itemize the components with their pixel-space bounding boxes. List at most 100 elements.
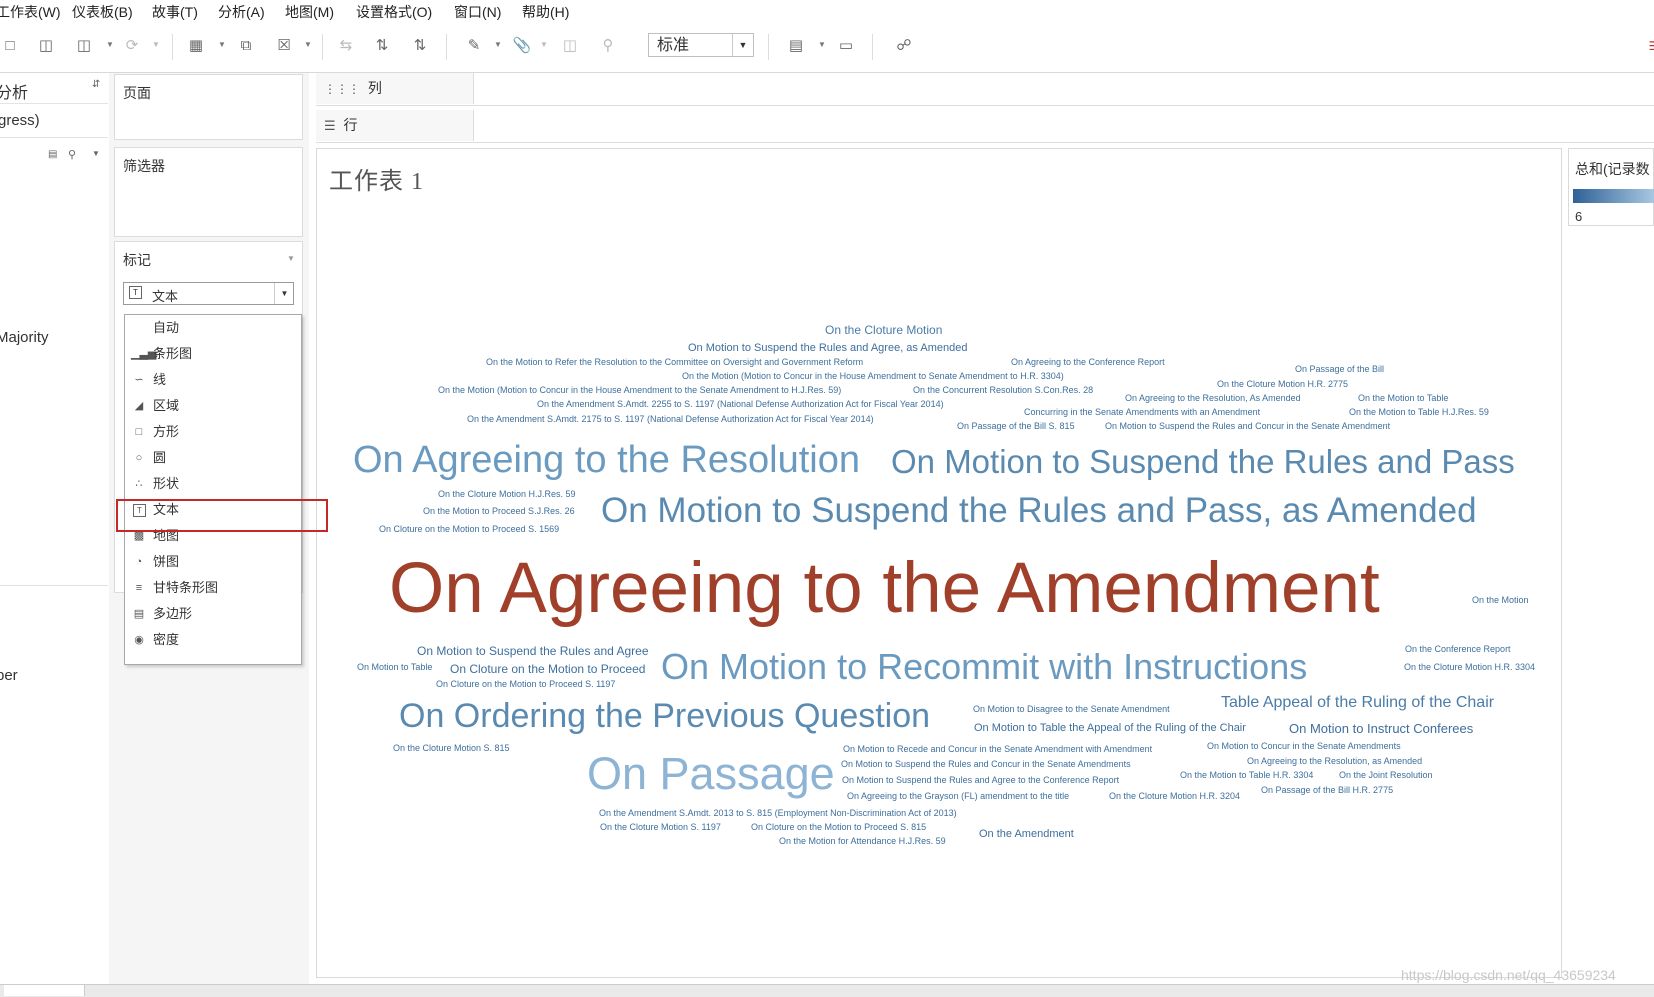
dropdown-item-bar[interactable]: ▁▃▅ 条形图 xyxy=(125,341,301,367)
word-mark[interactable]: On Ordering the Previous Question xyxy=(399,699,930,733)
dropdown-item-circle[interactable]: ○ 圆 xyxy=(125,445,301,471)
word-mark[interactable]: On the Motion for Attendance H.J.Res. 59 xyxy=(779,837,946,846)
word-mark[interactable]: On Cloture on the Motion to Proceed xyxy=(450,663,645,675)
menu-map[interactable]: 地图(M) xyxy=(285,2,334,22)
chevron-down-icon[interactable]: ▼ xyxy=(732,34,753,56)
word-mark[interactable]: On Agreeing to the Grayson (FL) amendmen… xyxy=(847,792,1069,801)
dropdown-item-line[interactable]: ∽ 线 xyxy=(125,367,301,393)
word-mark[interactable]: On the Motion to Proceed S.J.Res. 26 xyxy=(423,507,575,516)
word-mark[interactable]: On Motion to Suspend the Rules and Agree… xyxy=(688,343,967,354)
chevron-down-icon[interactable]: ▼ xyxy=(274,283,294,304)
menu-help[interactable]: 帮助(H) xyxy=(522,2,569,22)
word-mark[interactable]: On Motion to Suspend the Rules and Concu… xyxy=(841,760,1131,769)
word-mark[interactable]: On Agreeing to the Resolution, as Amende… xyxy=(1247,757,1422,766)
duplicate-sheet-icon[interactable]: ⧉ xyxy=(236,36,256,56)
word-mark[interactable]: Concurring in the Senate Amendments with… xyxy=(1024,408,1260,417)
fit-select[interactable]: 标准 ▼ xyxy=(648,33,754,57)
expand-icon[interactable]: ⇵ xyxy=(92,79,100,90)
word-mark[interactable]: On Agreeing to the Resolution xyxy=(353,441,860,479)
word-mark[interactable]: On the Amendment xyxy=(979,829,1074,840)
color-legend[interactable]: 总和(记录数 6 xyxy=(1568,148,1654,226)
word-mark[interactable]: On Motion to Table the Appeal of the Rul… xyxy=(974,723,1246,734)
menu-story[interactable]: 故事(T) xyxy=(152,2,198,22)
rows-shelf[interactable]: ☰ 行 xyxy=(316,110,1654,143)
word-mark[interactable]: On the Cloture Motion H.R. 3204 xyxy=(1109,792,1240,801)
word-mark[interactable]: On Motion to Recede and Concur in the Se… xyxy=(843,745,1152,754)
word-mark[interactable]: On Passage of the Bill H.R. 2775 xyxy=(1261,786,1393,795)
word-mark[interactable]: On Passage of the Bill S. 815 xyxy=(957,422,1075,431)
label-icon[interactable]: ◫ xyxy=(560,36,580,56)
show-me-icon[interactable]: ▤ xyxy=(786,36,806,56)
search-icon[interactable]: ⚲ xyxy=(68,148,76,161)
word-mark[interactable]: On Motion to Suspend the Rules and Pass xyxy=(891,445,1515,478)
dropdown-item-pie[interactable]: ◔ 饼图 xyxy=(125,549,301,575)
view-list-icon[interactable]: ▤ xyxy=(48,149,57,160)
menu-window[interactable]: 窗口(N) xyxy=(454,2,501,22)
chevron-down-icon[interactable]: ▼ xyxy=(287,254,295,263)
word-mark[interactable]: On the Cloture Motion S. 1197 xyxy=(600,823,721,832)
highlight-icon[interactable]: ✎ xyxy=(464,36,484,56)
pin-icon[interactable]: ⚲ xyxy=(598,36,618,56)
word-mark[interactable]: On Motion to Table xyxy=(357,663,432,672)
logo-icon[interactable]: ☰ xyxy=(1644,36,1654,56)
menu-worksheet[interactable]: 工作表(W) xyxy=(0,2,61,22)
new-worksheet-icon[interactable]: ▦ xyxy=(186,36,206,56)
menu-dashboard[interactable]: 仪表板(B) xyxy=(72,2,133,22)
word-mark[interactable]: On the Conference Report xyxy=(1405,645,1511,654)
sort-descending-icon[interactable]: ⇅ xyxy=(410,36,430,56)
word-mark[interactable]: On Motion to Concur in the Senate Amendm… xyxy=(1207,742,1401,751)
word-mark[interactable]: On the Motion to Table xyxy=(1358,394,1448,403)
word-mark[interactable]: On the Motion (Motion to Concur in the H… xyxy=(438,386,841,395)
word-mark[interactable]: On Passage xyxy=(587,751,835,796)
sheet-tab-bar[interactable] xyxy=(0,984,1654,997)
word-mark[interactable]: On Cloture on the Motion to Proceed S. 8… xyxy=(751,823,926,832)
chevron-down-icon[interactable]: ▼ xyxy=(152,40,160,49)
pause-datasource-icon[interactable]: ◫ xyxy=(74,36,94,56)
menu-analysis[interactable]: 分析(A) xyxy=(218,2,265,22)
dropdown-item-auto[interactable]: 自动 xyxy=(125,315,301,341)
word-mark[interactable]: On the Joint Resolution xyxy=(1339,771,1433,780)
data-pane-title[interactable]: 分析 xyxy=(0,79,28,103)
word-mark[interactable]: On Motion to Suspend the Rules and Pass,… xyxy=(601,493,1477,528)
sort-ascending-icon[interactable]: ⇅ xyxy=(372,36,392,56)
mark-type-select[interactable]: T 文本 ▼ xyxy=(123,282,294,305)
menu-format[interactable]: 设置格式(O) xyxy=(356,2,432,22)
word-mark[interactable]: On Motion to Suspend the Rules and Agree xyxy=(417,645,649,657)
chevron-down-icon[interactable]: ▼ xyxy=(92,149,100,158)
dropdown-item-square[interactable]: □ 方形 xyxy=(125,419,301,445)
word-mark[interactable]: On Passage of the Bill xyxy=(1295,365,1384,374)
word-cloud[interactable]: On Agreeing to the Amendment On Motion t… xyxy=(317,149,1561,977)
word-mark[interactable]: On Motion to Suspend the Rules and Concu… xyxy=(1105,422,1390,431)
word-mark[interactable]: On the Cloture Motion H.R. 2775 xyxy=(1217,380,1348,389)
columns-shelf[interactable]: ⋮⋮⋮ 列 xyxy=(316,73,1654,106)
group-icon[interactable]: 📎 xyxy=(512,36,532,56)
pages-card[interactable]: 页面 xyxy=(114,74,303,140)
word-mark[interactable]: On Motion to Suspend the Rules and Agree… xyxy=(842,776,1119,785)
word-mark[interactable]: On the Concurrent Resolution S.Con.Res. … xyxy=(913,386,1093,395)
presentation-icon[interactable]: ▭ xyxy=(836,36,856,56)
refresh-icon[interactable]: ⟳ xyxy=(122,36,142,56)
word-mark[interactable]: On the Cloture Motion S. 815 xyxy=(393,744,510,753)
chevron-down-icon[interactable]: ▼ xyxy=(218,40,226,49)
datasource-row[interactable]: gress) xyxy=(0,103,108,138)
field-number[interactable]: ber xyxy=(0,667,18,684)
word-mark[interactable]: On Agreeing to the Amendment xyxy=(389,553,1380,624)
word-mark[interactable]: On the Motion xyxy=(1472,596,1529,605)
new-datasource-icon[interactable]: ◫ xyxy=(36,36,56,56)
filters-card[interactable]: 筛选器 xyxy=(114,147,303,237)
dropdown-item-shape[interactable]: ∴ 形状 xyxy=(125,471,301,497)
word-mark[interactable]: On Motion to Disagree to the Senate Amen… xyxy=(973,705,1170,714)
word-mark[interactable]: On the Cloture Motion H.R. 3304 xyxy=(1404,663,1535,672)
chevron-down-icon[interactable]: ▼ xyxy=(494,40,502,49)
word-mark[interactable]: On Agreeing to the Resolution, As Amende… xyxy=(1125,394,1301,403)
word-mark[interactable]: On the Motion to Refer the Resolution to… xyxy=(486,358,863,367)
word-mark[interactable]: Table Appeal of the Ruling of the Chair xyxy=(1221,695,1494,711)
dropdown-item-area[interactable]: ◢ 区域 xyxy=(125,393,301,419)
word-mark[interactable]: On the Amendment S.Amdt. 2175 to S. 1197… xyxy=(467,415,874,424)
word-mark[interactable]: On the Motion (Motion to Concur in the H… xyxy=(682,372,1064,381)
clear-sheet-icon[interactable]: ☒ xyxy=(274,36,294,56)
share-icon[interactable]: ☍ xyxy=(894,36,914,56)
word-mark[interactable]: On Agreeing to the Conference Report xyxy=(1011,358,1165,367)
chevron-down-icon[interactable]: ▼ xyxy=(304,40,312,49)
field-majority[interactable]: Majority xyxy=(0,329,49,346)
